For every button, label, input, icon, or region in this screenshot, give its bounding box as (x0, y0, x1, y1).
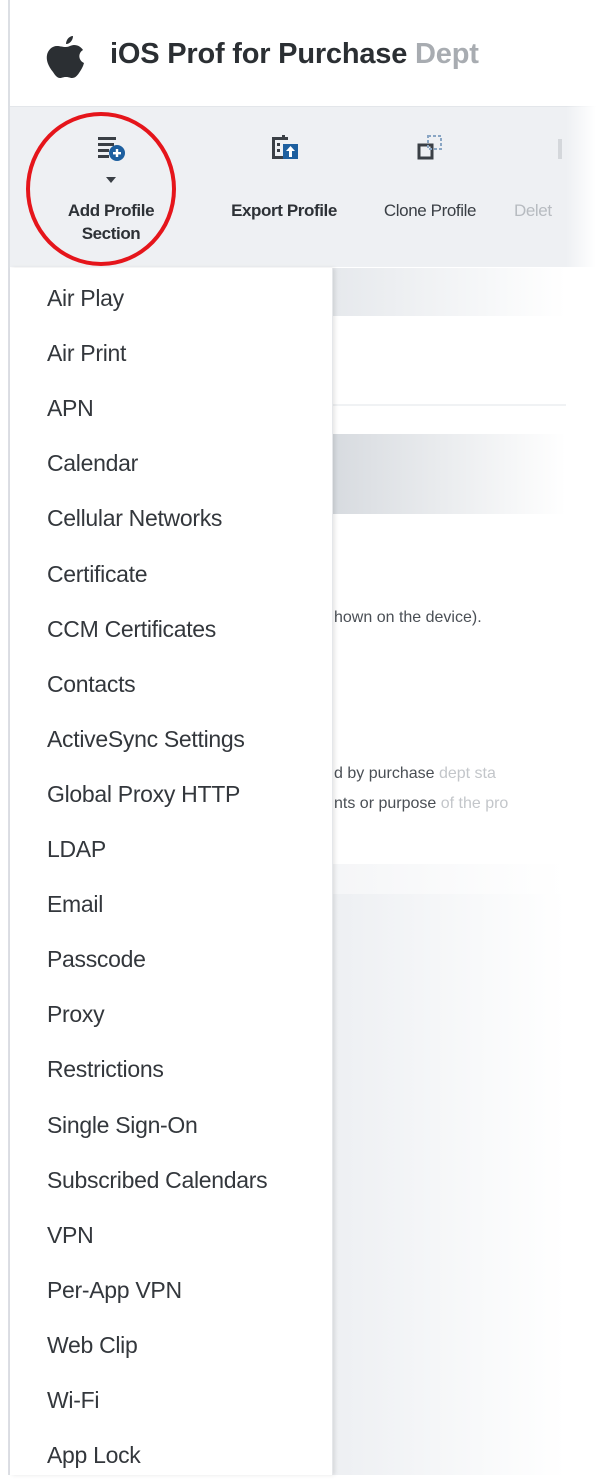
menu-item-ccm-certificates[interactable]: CCM Certificates (10, 602, 332, 657)
menu-item-vpn[interactable]: VPN (10, 1208, 332, 1263)
export-profile-label: Export Profile (231, 201, 337, 220)
menu-item-email[interactable]: Email (10, 877, 332, 932)
clone-profile-label: Clone Profile (383, 201, 477, 220)
background-text-description-line1-faded: dept sta (434, 765, 496, 782)
list-add-icon (98, 137, 125, 161)
add-profile-section-label-line2: Section (81, 224, 141, 243)
background-text-device: hown on the device). (334, 609, 482, 626)
background-text-description-line1-visible: d by purchase (334, 765, 435, 782)
page-right-fade (566, 0, 596, 1475)
menu-item-restrictions[interactable]: Restrictions (10, 1042, 332, 1097)
page-title-faded: Dept (407, 38, 479, 70)
background-text-description-line2-visible: nts or purpose (334, 795, 437, 812)
menu-item-apn[interactable]: APN (10, 381, 332, 436)
calendar-export-icon (272, 135, 298, 159)
profile-header: iOS Prof for Purchase Dept (10, 0, 596, 107)
page-title-main: iOS Prof for Purchase (110, 38, 408, 70)
menu-item-single-sign-on[interactable]: Single Sign-On (10, 1098, 332, 1153)
menu-item-web-clip[interactable]: Web Clip (10, 1318, 332, 1373)
menu-item-air-print[interactable]: Air Print (10, 326, 332, 381)
menu-item-subscribed-calendars[interactable]: Subscribed Calendars (10, 1153, 332, 1208)
page-title: iOS Prof for Purchase Dept (110, 38, 479, 71)
menu-item-cellular-networks[interactable]: Cellular Networks (10, 491, 332, 546)
menu-item-ldap[interactable]: LDAP (10, 822, 332, 877)
clone-icon (417, 135, 442, 160)
menu-item-air-play[interactable]: Air Play (10, 271, 332, 326)
menu-item-certificate[interactable]: Certificate (10, 547, 332, 602)
background-text-description-line2: nts or purpose of the pro (334, 795, 508, 813)
add-profile-section-menu: Air Play Air Print APN Calendar Cellular… (10, 268, 333, 1475)
add-profile-section-button[interactable]: Add Profile Section (36, 107, 186, 267)
clone-profile-button[interactable]: Clone Profile (366, 107, 494, 267)
background-text-description-line2-faded: of the pro (436, 795, 509, 812)
menu-item-proxy[interactable]: Proxy (10, 987, 332, 1042)
menu-item-passcode[interactable]: Passcode (10, 932, 332, 987)
menu-item-wi-fi[interactable]: Wi-Fi (10, 1373, 332, 1428)
background-text-description-line1: d by purchase dept sta (334, 765, 496, 783)
add-profile-section-label-line1: Add Profile (67, 201, 155, 220)
menu-item-per-app-vpn[interactable]: Per-App VPN (10, 1263, 332, 1318)
menu-item-contacts[interactable]: Contacts (10, 657, 332, 712)
profile-toolbar: Add Profile Section Export Profile Clone … (10, 107, 596, 267)
menu-item-global-proxy-http[interactable]: Global Proxy HTTP (10, 767, 332, 822)
menu-item-activesync-settings[interactable]: ActiveSync Settings (10, 712, 332, 767)
chevron-down-icon (106, 177, 116, 183)
menu-item-calendar[interactable]: Calendar (10, 436, 332, 491)
apple-logo-icon (46, 36, 84, 78)
add-profile-section-label: Add Profile Section (36, 199, 186, 245)
export-profile-button[interactable]: Export Profile (215, 107, 353, 267)
